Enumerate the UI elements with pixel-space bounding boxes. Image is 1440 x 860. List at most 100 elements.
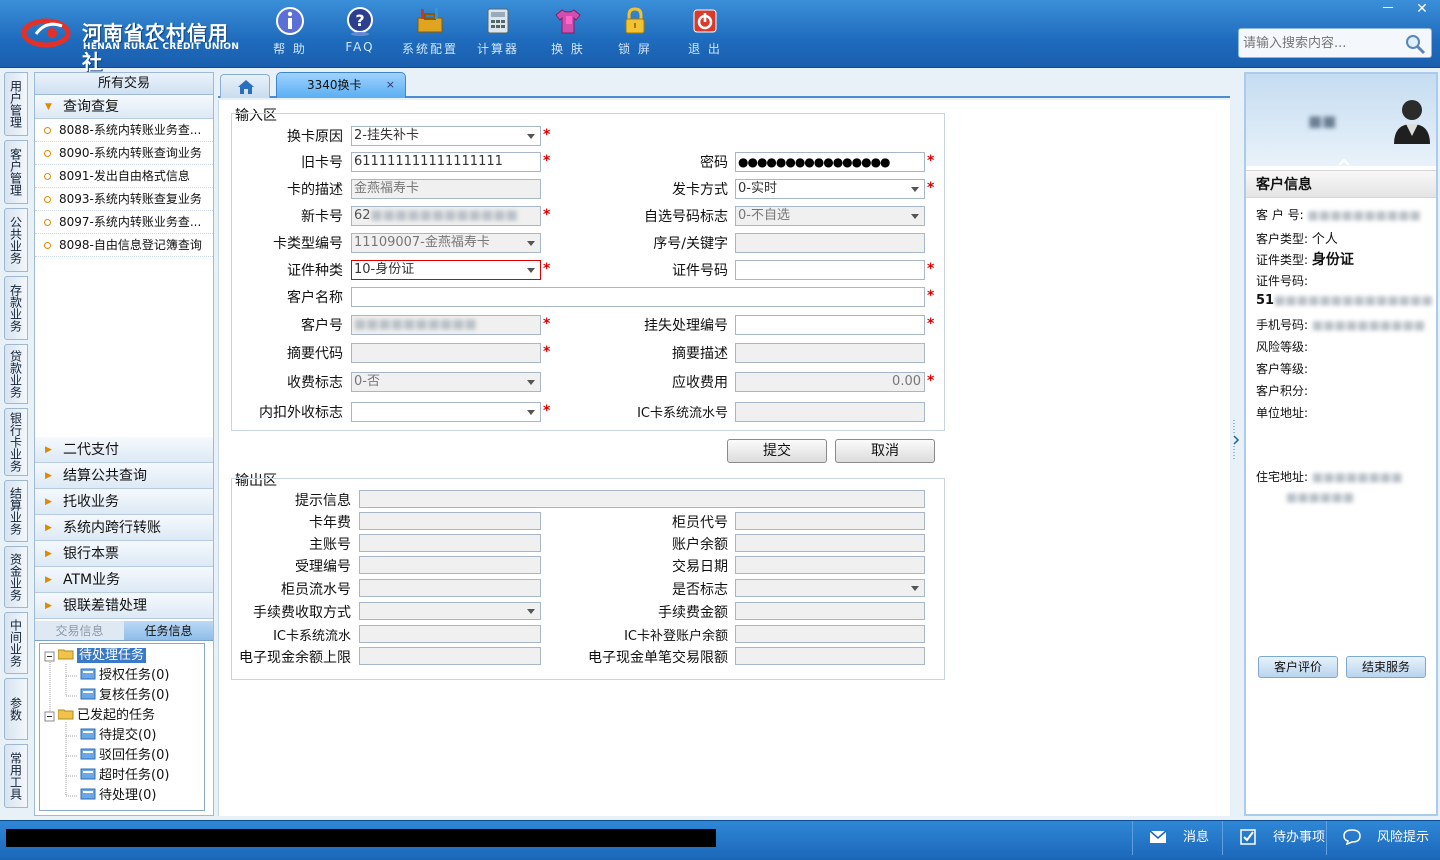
- required-marker: *: [543, 153, 551, 169]
- tab-transaction-info[interactable]: 交易信息: [35, 621, 124, 640]
- menu-item-8098[interactable]: 8098-自由信息登记簿查询: [35, 234, 213, 257]
- fee-method-select[interactable]: [359, 602, 541, 620]
- vtab-user-management[interactable]: 用户管理: [4, 72, 28, 136]
- toolbar-lock-button[interactable]: 锁 屏: [600, 6, 670, 57]
- svg-text:?: ?: [355, 11, 364, 30]
- toolbar-faq-button[interactable]: ? FAQ: [325, 6, 395, 54]
- end-service-button[interactable]: 结束服务: [1346, 656, 1426, 678]
- vtab-parameters[interactable]: 参数: [4, 678, 28, 740]
- card-type-select[interactable]: 11109007-金燕福寿卡: [351, 233, 541, 253]
- fee-flag-select[interactable]: 0-否: [351, 372, 541, 392]
- tab-close-icon[interactable]: ×: [386, 73, 395, 97]
- menu-group-cnaps2[interactable]: ▶ 二代支付: [35, 437, 213, 463]
- toolbar-calculator-button[interactable]: 计算器: [463, 6, 533, 57]
- cancel-button[interactable]: 取消: [835, 439, 935, 463]
- label-summary-desc: 摘要描述: [672, 346, 728, 362]
- close-window-button[interactable]: ✕: [1406, 0, 1438, 18]
- submit-button[interactable]: 提交: [727, 439, 827, 463]
- menu-group-cashier-check[interactable]: ▶ 银行本票: [35, 541, 213, 567]
- chevron-down-icon: [911, 214, 919, 219]
- old-card-input[interactable]: 611111111111111111: [351, 152, 541, 172]
- vtab-customer-management[interactable]: 客户管理: [4, 140, 28, 204]
- chevron-up-icon[interactable]: [1338, 158, 1350, 166]
- password-input[interactable]: ●●●●●●●●●●●●●●●●: [735, 152, 925, 172]
- menu-item-8093[interactable]: 8093-系统内转账查复业务: [35, 188, 213, 211]
- menu-item-label: 8090-系统内转账查询业务: [59, 146, 202, 160]
- menu-item-8090[interactable]: 8090-系统内转账查询业务: [35, 142, 213, 165]
- avatar-icon: [1394, 100, 1430, 144]
- chevron-down-icon: [527, 380, 535, 385]
- risk-level-label: 风险等级:: [1256, 340, 1309, 354]
- menu-group-settlement-query[interactable]: ▶ 结算公共查询: [35, 463, 213, 489]
- menu-group-interbank-transfer[interactable]: ▶ 系统内跨行转账: [35, 515, 213, 541]
- customer-name-input[interactable]: [351, 287, 925, 307]
- toolbar-exit-button[interactable]: 退 出: [670, 6, 740, 57]
- task-panel: 交易信息 任务信息 待处理任务 授权任务(0) 复核任务(0) 已发起的任务 待…: [35, 621, 213, 815]
- customer-level-label: 客户等级:: [1256, 362, 1309, 376]
- menu-item-8088[interactable]: 8088-系统内转账业务查...: [35, 119, 213, 142]
- redacted-text: ■■: [1308, 112, 1337, 130]
- vtab-funds[interactable]: 资金业务: [4, 546, 28, 608]
- redacted-text: ■■■■■■■■■■■■■■: [1274, 293, 1433, 307]
- home-icon: [238, 80, 254, 94]
- reason-select[interactable]: 2-挂失补卡: [351, 126, 541, 146]
- tree-node-timeout[interactable]: 超时任务(0): [80, 766, 169, 786]
- self-select-select[interactable]: 0-不自选: [735, 206, 925, 226]
- label-balance: 账户余额: [672, 537, 728, 553]
- points-row: 客户积分:: [1256, 382, 1308, 399]
- id-type-select[interactable]: 10-身份证: [351, 260, 541, 280]
- vtab-deposit[interactable]: 存款业务: [4, 276, 28, 340]
- toolbar-config-button[interactable]: 系统配置: [395, 6, 465, 57]
- status-todo-button[interactable]: 待办事项: [1222, 821, 1326, 855]
- customer-rate-button[interactable]: 客户评价: [1258, 656, 1338, 678]
- minimize-button[interactable]: －: [1372, 0, 1404, 18]
- tree-node-to-process[interactable]: 待处理(0): [80, 786, 156, 806]
- tree-node-initiated[interactable]: 已发起的任务: [58, 706, 155, 726]
- label-old-card: 旧卡号: [301, 155, 343, 171]
- panel-splitter[interactable]: [1232, 420, 1240, 460]
- search-input[interactable]: [1243, 33, 1403, 53]
- tree-node-to-submit[interactable]: 待提交(0): [80, 726, 156, 746]
- issue-method-select[interactable]: 0-实时: [735, 179, 925, 199]
- menu-item-8091[interactable]: 8091-发出自由格式信息: [35, 165, 213, 188]
- search-icon[interactable]: [1403, 32, 1427, 56]
- search-box: [1238, 28, 1432, 58]
- toolbar-help-button[interactable]: 帮 助: [255, 6, 325, 57]
- seq-key-field: [735, 233, 925, 253]
- menu-item-8097[interactable]: 8097-系统内转账业务查...: [35, 211, 213, 234]
- toolbar-skin-button[interactable]: 换 肤: [533, 6, 603, 57]
- label-ecash-single-limit: 电子现金单笔交易限额: [588, 650, 728, 666]
- yes-no-flag-select[interactable]: [735, 579, 925, 597]
- tab-task-info[interactable]: 任务信息: [124, 621, 213, 640]
- id-no-input[interactable]: [735, 260, 925, 280]
- label-accept-no: 受理编号: [295, 559, 351, 575]
- tab-3340-card-replacement[interactable]: 3340换卡 ×: [276, 72, 406, 98]
- caret-right-icon: ▶: [45, 523, 52, 533]
- tree-node-rejected[interactable]: 驳回任务(0): [80, 746, 169, 766]
- mobile-label: 手机号码:: [1256, 318, 1309, 332]
- vtab-loan[interactable]: 贷款业务: [4, 344, 28, 404]
- chevron-down-icon: [527, 609, 535, 614]
- status-messages-button[interactable]: 消息: [1132, 821, 1232, 855]
- deduct-flag-select[interactable]: [351, 402, 541, 422]
- transaction-menu-panel: 所有交易 ▼ 查询查复 8088-系统内转账业务查... 8090-系统内转账查询…: [34, 72, 214, 816]
- loss-no-input[interactable]: [735, 315, 925, 335]
- label-deduct-flag: 内扣外收标志: [259, 405, 343, 421]
- status-risk-button[interactable]: 风险提示: [1326, 821, 1440, 855]
- menu-group-atm[interactable]: ▶ ATM业务: [35, 567, 213, 593]
- tree-node-authorize[interactable]: 授权任务(0): [80, 666, 169, 686]
- vtab-settlement[interactable]: 结算业务: [4, 480, 28, 542]
- tree-node-review[interactable]: 复核任务(0): [80, 686, 169, 706]
- vtab-common-tools[interactable]: 常用工具: [4, 744, 28, 808]
- menu-group-unionpay-error[interactable]: ▶ 银联差错处理: [35, 593, 213, 619]
- menu-group-query[interactable]: ▼ 查询查复: [35, 95, 213, 119]
- chevron-right-icon: [1233, 420, 1240, 460]
- vtab-public-business[interactable]: 公共业务: [4, 208, 28, 272]
- vtab-intermediary[interactable]: 中间业务: [4, 612, 28, 674]
- tree-node-pending[interactable]: 待处理任务: [58, 646, 147, 666]
- tab-home[interactable]: [220, 74, 270, 98]
- home-address-label: 住宅地址:: [1256, 470, 1309, 484]
- chat-icon: [1343, 829, 1361, 845]
- vtab-bank-card[interactable]: 银行卡业务: [4, 408, 28, 476]
- menu-group-collection[interactable]: ▶ 托收业务: [35, 489, 213, 515]
